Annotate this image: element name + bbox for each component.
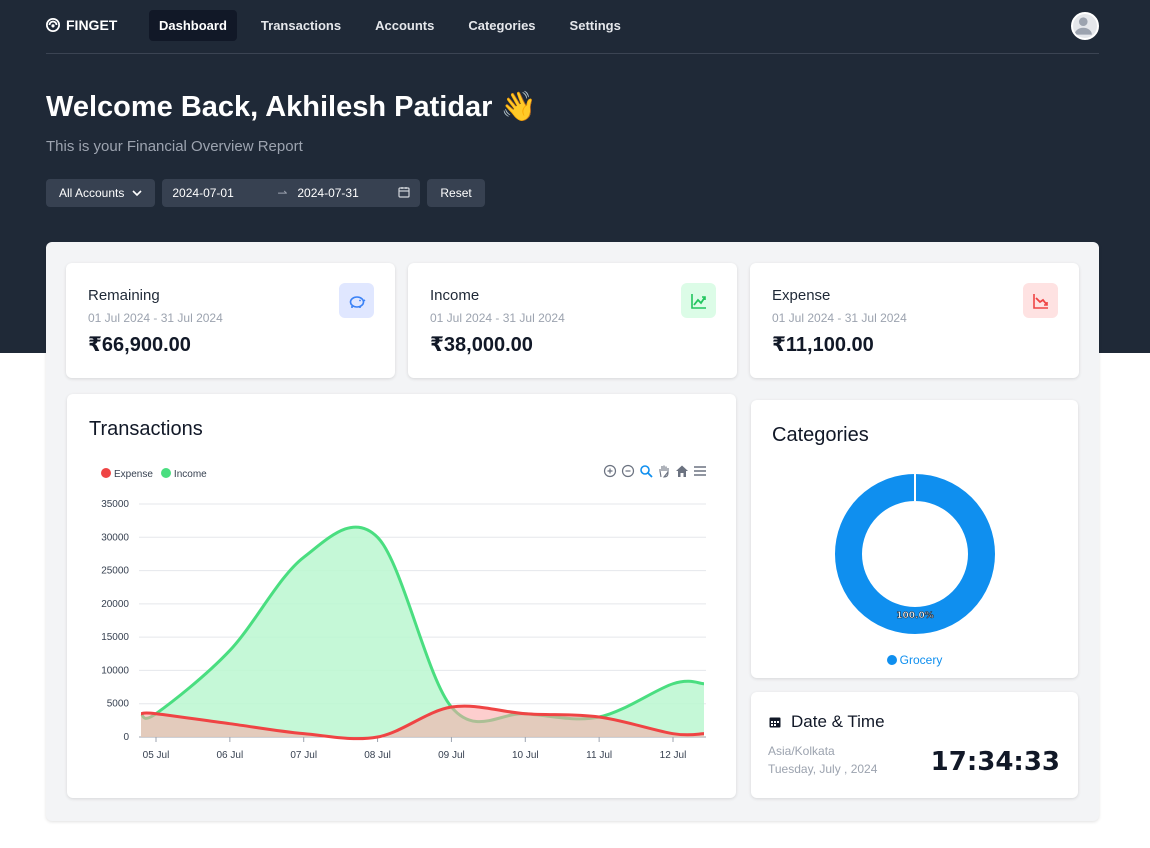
brand-logo[interactable]: FINGET	[46, 17, 117, 33]
x-tick-label: 06 Jul	[217, 750, 244, 761]
legend-income-label: Income	[173, 469, 207, 480]
legend-income-dot	[160, 468, 171, 478]
y-tick-label: 10000	[101, 665, 129, 676]
y-tick-label: 0	[123, 732, 129, 743]
legend-income[interactable]: Income	[160, 468, 207, 480]
clock-time: 17:34:33	[930, 747, 1060, 777]
reset-button[interactable]: Reset	[427, 179, 485, 207]
home-reset-icon[interactable]	[675, 464, 689, 478]
timezone-label: Asia/Kolkata	[768, 744, 835, 758]
stat-card-remaining: Remaining 01 Jul 2024 - 31 Jul 2024 ₹66,…	[66, 263, 395, 378]
stat-title: Remaining	[88, 287, 160, 304]
x-tick-label: 12 Jul	[660, 750, 687, 761]
nav-dashboard[interactable]: Dashboard	[149, 10, 237, 41]
stat-value: ₹11,100.00	[772, 334, 874, 356]
x-tick-label: 07 Jul	[290, 750, 317, 761]
stat-title: Expense	[772, 287, 831, 304]
date-range-picker[interactable]: 2024-07-01 ⇀ 2024-07-31	[162, 179, 421, 207]
x-tick-label: 08 Jul	[364, 750, 391, 761]
datetime-card: Date & Time Asia/Kolkata Tuesday, July ,…	[751, 692, 1078, 798]
chart-legend: Expense Income	[101, 468, 207, 480]
datetime-title: Date & Time	[791, 712, 885, 731]
calendar-icon	[769, 717, 781, 728]
finget-logo-icon	[46, 18, 60, 32]
nav-transactions[interactable]: Transactions	[244, 10, 358, 41]
arrow-right-icon: ⇀	[277, 186, 288, 200]
piggy-bank-icon	[339, 283, 374, 318]
nav-accounts[interactable]: Accounts	[358, 10, 451, 41]
pan-hand-icon[interactable]	[657, 464, 671, 478]
calendar-icon	[398, 187, 410, 198]
menu-icon[interactable]	[693, 464, 707, 478]
x-tick-label: 09 Jul	[438, 750, 465, 761]
account-select[interactable]: All Accounts	[46, 179, 156, 207]
y-tick-label: 35000	[101, 499, 129, 510]
series-line-expense	[140, 704, 705, 741]
legend-expense-dot	[101, 468, 111, 478]
stat-value: ₹66,900.00	[88, 334, 191, 356]
categories-donut-chart[interactable]: 100.0%	[751, 400, 1078, 678]
datetime-header: Date & Time	[769, 712, 885, 732]
selection-zoom-icon[interactable]	[639, 464, 653, 478]
transactions-area-chart[interactable]: 0 5000 10000 15000 20000 25000 30000 35000 05 Ju…	[67, 394, 736, 798]
zoom-in-icon[interactable]	[603, 464, 617, 478]
trending-up-icon	[681, 283, 716, 318]
welcome-heading: Welcome Back, Akhilesh Patidar 👋	[46, 91, 537, 123]
y-tick-label: 5000	[107, 699, 130, 710]
legend-expense-label: Expense	[114, 469, 153, 480]
y-tick-label: 15000	[101, 632, 129, 643]
slice-percent-label: 100.0%	[896, 611, 934, 621]
zoom-out-icon[interactable]	[621, 464, 635, 478]
series-area-expense	[141, 706, 704, 739]
legend-expense[interactable]: Expense	[101, 468, 153, 480]
stat-range: 01 Jul 2024 - 31 Jul 2024	[430, 311, 565, 325]
x-tick-label: 10 Jul	[512, 750, 539, 761]
stat-card-income: Income 01 Jul 2024 - 31 Jul 2024 ₹38,000…	[408, 263, 737, 378]
nav-categories[interactable]: Categories	[451, 10, 552, 41]
x-tick-label: 05 Jul	[143, 750, 170, 761]
user-icon	[1074, 17, 1092, 35]
welcome-subtitle: This is your Financial Overview Report	[46, 138, 303, 155]
chart-toolbar	[603, 464, 707, 478]
y-tick-label: 25000	[101, 566, 129, 577]
stat-title: Income	[430, 287, 480, 304]
stat-card-expense: Expense 01 Jul 2024 - 31 Jul 2024 ₹11,10…	[750, 263, 1079, 378]
legend-grocery-label: Grocery	[899, 653, 943, 667]
y-tick-label: 20000	[101, 599, 129, 610]
categories-card: Categories 100.0% Grocery	[751, 400, 1078, 678]
date-label: Tuesday, July , 2024	[768, 762, 878, 776]
top-navbar: FINGET Dashboard Transactions Accounts C…	[46, 0, 1099, 54]
donut-legend[interactable]: Grocery	[751, 653, 1078, 667]
stat-range: 01 Jul 2024 - 31 Jul 2024	[88, 311, 223, 325]
chart-gridlines	[139, 503, 706, 738]
series-line-income	[140, 525, 705, 724]
filter-bar: All Accounts 2024-07-01 ⇀ 2024-07-31 Res…	[46, 179, 485, 207]
trending-down-icon	[1023, 283, 1058, 318]
nav-settings[interactable]: Settings	[553, 10, 638, 41]
x-tick-label: 11 Jul	[586, 750, 612, 761]
end-date[interactable]: 2024-07-31	[297, 186, 358, 200]
stat-range: 01 Jul 2024 - 31 Jul 2024	[772, 311, 907, 325]
chevron-down-icon	[132, 190, 142, 197]
transactions-title: Transactions	[89, 418, 203, 440]
nav-menu: Dashboard Transactions Accounts Categori…	[149, 10, 638, 41]
transactions-card: Transactions Expense Income 0 5000 10000 15…	[67, 394, 736, 798]
start-date[interactable]: 2024-07-01	[172, 186, 277, 200]
legend-grocery-dot	[886, 655, 897, 665]
series-area-income	[141, 527, 704, 737]
brand-name: FINGET	[66, 17, 118, 33]
stat-value: ₹38,000.00	[430, 334, 533, 356]
donut-slice-grocery	[835, 474, 995, 634]
y-tick-label: 30000	[101, 532, 129, 543]
user-avatar[interactable]	[1071, 12, 1099, 40]
account-select-label: All Accounts	[59, 186, 125, 200]
